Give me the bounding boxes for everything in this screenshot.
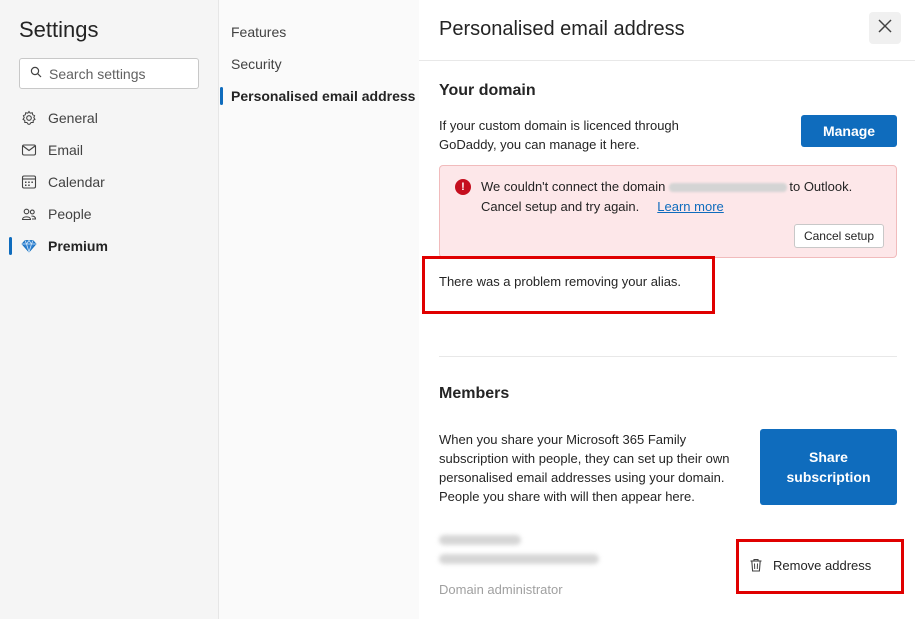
learn-more-link[interactable]: Learn more (657, 199, 723, 214)
nav-item-people[interactable]: People (0, 198, 219, 230)
error-message-bar: ! We couldn't connect the domain to Outlo… (439, 165, 897, 258)
panel-title: Personalised email address (439, 18, 685, 40)
share-subscription-button[interactable]: Share subscription (760, 429, 897, 505)
subnav-item-label: Features (231, 24, 287, 40)
nav-item-calendar[interactable]: Calendar (0, 166, 219, 198)
error-text-start: We couldn't connect the domain (481, 179, 666, 194)
section-divider (439, 356, 897, 357)
close-icon (877, 18, 893, 39)
premium-subnav: Features Security Personalised email add… (219, 0, 419, 619)
redacted-member-name (439, 535, 521, 545)
search-icon (30, 65, 42, 83)
member-role: Domain administrator (439, 582, 563, 597)
settings-sidebar: Settings General Email Calendar (0, 0, 219, 619)
diamond-icon (20, 237, 38, 255)
manage-button[interactable]: Manage (801, 115, 897, 147)
cancel-setup-button[interactable]: Cancel setup (793, 224, 884, 248)
members-heading: Members (439, 385, 510, 402)
settings-panel: Personalised email address Your domain I… (419, 0, 915, 619)
redacted-domain (669, 183, 788, 193)
subnav-item-label: Personalised email address (231, 88, 416, 104)
nav-item-premium[interactable]: Premium (0, 230, 219, 262)
search-input[interactable] (49, 65, 189, 82)
close-button[interactable] (869, 12, 901, 44)
highlight-box (422, 256, 715, 314)
nav-item-label: Premium (48, 238, 108, 254)
nav-item-label: General (48, 110, 98, 126)
your-domain-heading: Your domain (439, 82, 536, 99)
settings-title: Settings (19, 17, 99, 42)
members-description: When you share your Microsoft 365 Family… (439, 432, 730, 504)
mail-icon (20, 141, 38, 159)
domain-description: If your custom domain is licenced throug… (439, 118, 679, 152)
nav-item-email[interactable]: Email (0, 134, 219, 166)
gear-icon (20, 109, 38, 127)
header-divider (419, 60, 915, 61)
people-icon (20, 205, 38, 223)
subnav-item-features[interactable]: Features (219, 16, 419, 48)
nav-item-label: Calendar (48, 174, 105, 190)
nav-item-label: Email (48, 142, 84, 158)
subnav-item-security[interactable]: Security (219, 48, 419, 80)
highlight-box (736, 539, 904, 594)
nav-item-general[interactable]: General (0, 102, 219, 134)
error-icon: ! (455, 179, 471, 195)
settings-nav: General Email Calendar People Premium (0, 102, 219, 262)
error-text: We couldn't connect the domain to Outlook… (481, 177, 891, 217)
redacted-member-email (439, 554, 599, 564)
subnav-item-personalised-email[interactable]: Personalised email address (219, 80, 419, 112)
nav-item-label: People (48, 206, 92, 222)
search-box[interactable] (19, 58, 199, 89)
subnav-item-label: Security (231, 56, 282, 72)
calendar-icon (20, 173, 38, 191)
